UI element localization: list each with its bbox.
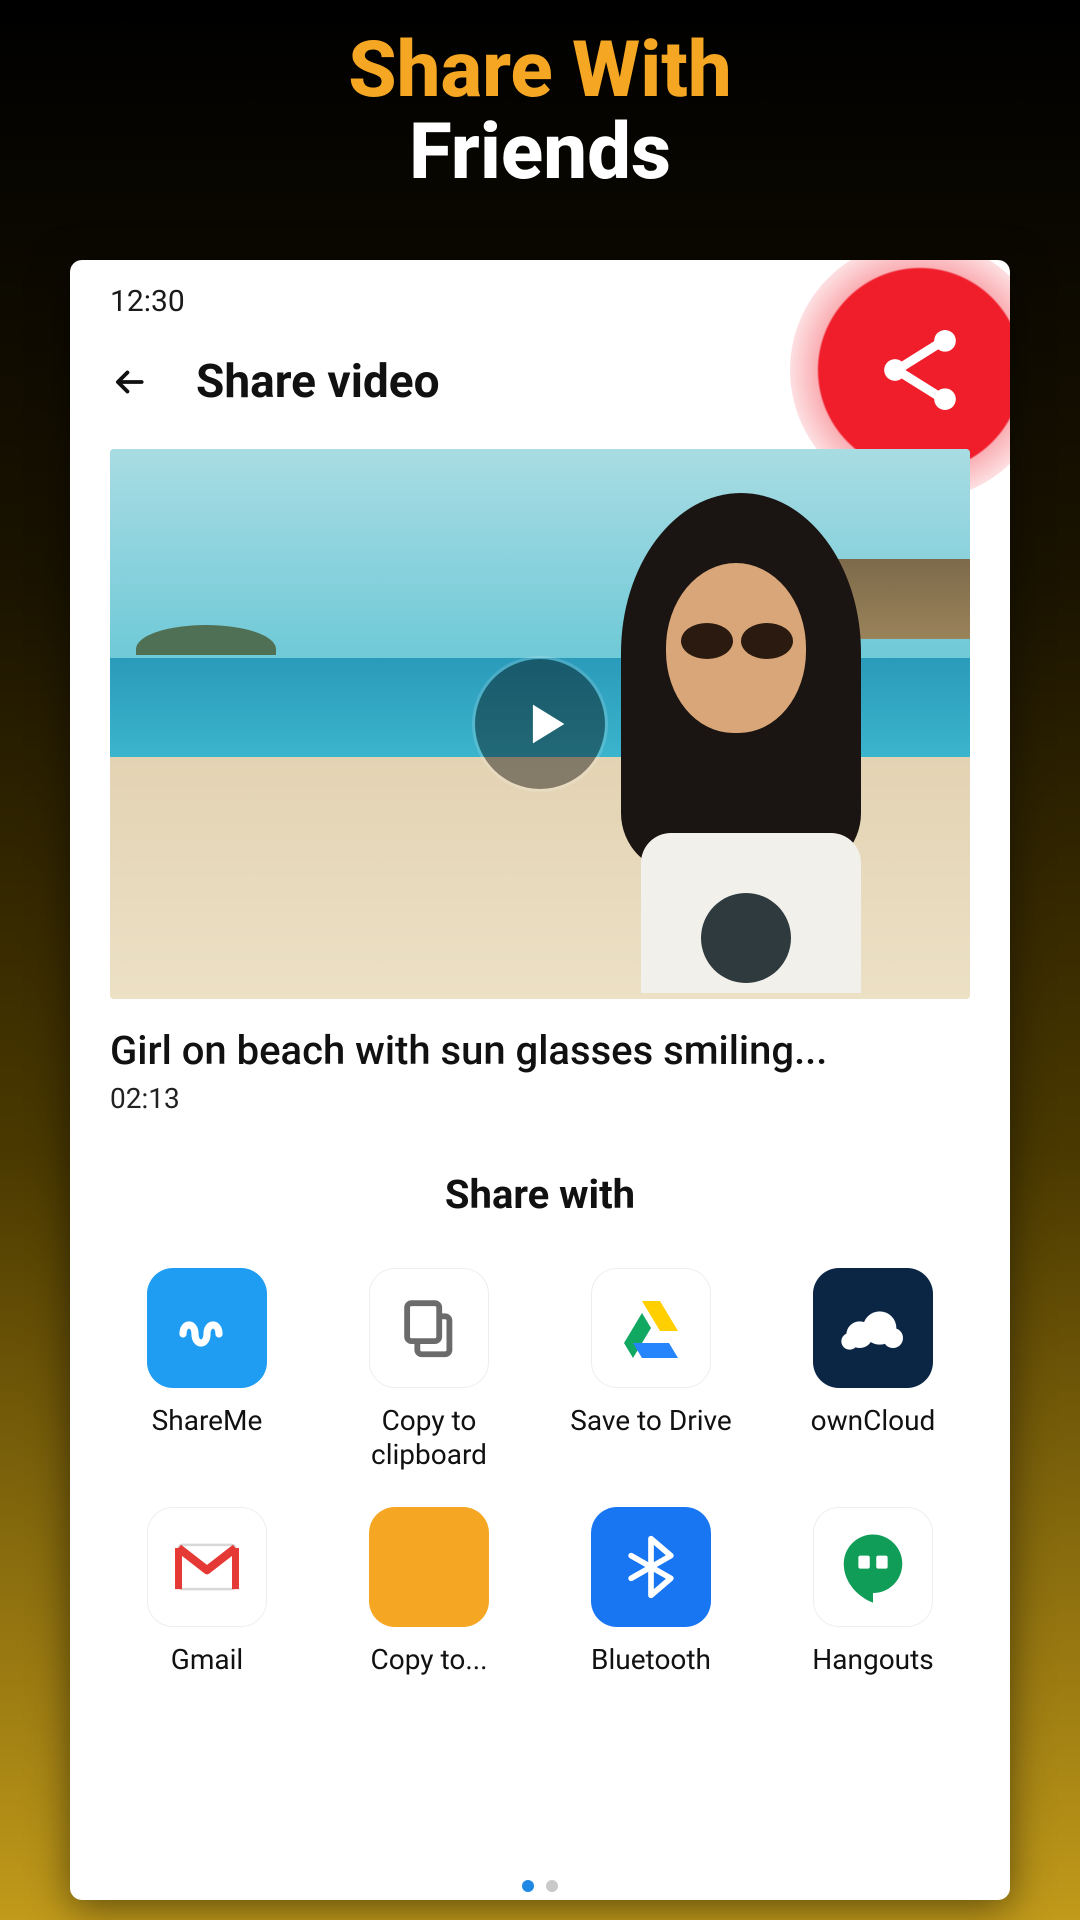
share-item-label: Copy to... [371, 1643, 488, 1677]
owncloud-icon [813, 1268, 933, 1388]
share-grid: ShareMe Copy to clipboard Save to Drive [70, 1218, 1010, 1677]
shareme-icon [147, 1268, 267, 1388]
play-button[interactable] [475, 659, 605, 789]
share-item-shareme[interactable]: ShareMe [106, 1268, 308, 1471]
status-time: 12:30 [110, 284, 185, 319]
copy-icon [369, 1268, 489, 1388]
share-item-drive[interactable]: Save to Drive [550, 1268, 752, 1471]
drive-icon [591, 1268, 711, 1388]
video-meta: Girl on beach with sun glasses smiling..… [70, 999, 1010, 1115]
share-item-label: Hangouts [812, 1643, 933, 1677]
video-caption: Girl on beach with sun glasses smiling..… [110, 1027, 970, 1074]
share-item-copy-to[interactable]: Copy to... [328, 1507, 530, 1677]
share-item-label: Bluetooth [591, 1643, 711, 1677]
share-item-label: ShareMe [152, 1404, 263, 1438]
folder-icon [369, 1507, 489, 1627]
share-item-copy-clipboard[interactable]: Copy to clipboard [328, 1268, 530, 1471]
share-item-label: Save to Drive [570, 1404, 732, 1438]
share-heading: Share with [70, 1171, 1010, 1218]
promo-line-2: Friends [0, 112, 1080, 194]
video-duration: 02:13 [110, 1082, 970, 1115]
share-item-hangouts[interactable]: Hangouts [772, 1507, 974, 1677]
share-item-owncloud[interactable]: ownCloud [772, 1268, 974, 1471]
share-item-gmail[interactable]: Gmail [106, 1507, 308, 1677]
share-section: Share with ShareMe Copy to clipboard [70, 1115, 1010, 1677]
promo-title: Share With Friends [0, 0, 1080, 194]
page-indicator [70, 1858, 1010, 1900]
video-thumbnail[interactable] [110, 449, 970, 999]
bluetooth-icon [591, 1507, 711, 1627]
back-button[interactable] [110, 363, 148, 401]
device-frame: 12:30 Share video Girl on beach wit [70, 260, 1010, 1900]
page-dot [546, 1880, 558, 1892]
arrow-left-icon [110, 363, 148, 401]
hangouts-icon [813, 1507, 933, 1627]
page-dot-active [522, 1880, 534, 1892]
share-item-label: Copy to clipboard [339, 1404, 519, 1471]
share-item-label: ownCloud [811, 1404, 936, 1438]
share-icon [825, 275, 1010, 465]
share-item-label: Gmail [171, 1643, 243, 1677]
promo-line-1: Share With [0, 30, 1080, 112]
page-title: Share video [196, 355, 440, 409]
gmail-icon [147, 1507, 267, 1627]
share-item-bluetooth[interactable]: Bluetooth [550, 1507, 752, 1677]
play-icon [516, 695, 574, 753]
